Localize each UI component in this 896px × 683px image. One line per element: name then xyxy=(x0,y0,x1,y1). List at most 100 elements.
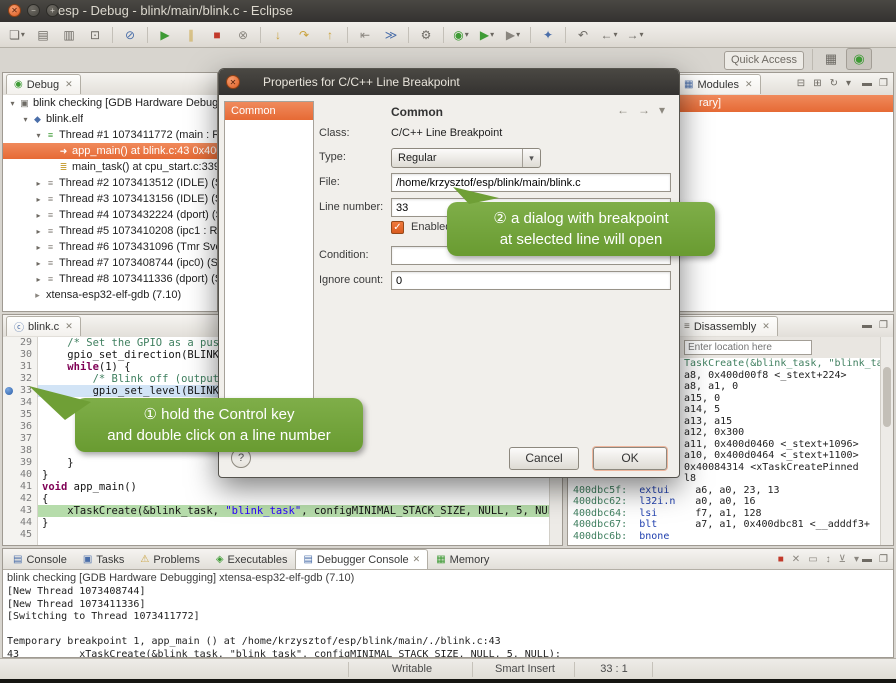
terminate-console-icon[interactable]: ■ xyxy=(778,554,784,565)
debug-tree-item[interactable]: ▸≡Thread #3 1073413156 (IDLE) (Susp xyxy=(3,191,217,207)
console-tab-tasks[interactable]: ▣Tasks xyxy=(75,549,133,569)
debug-tree-item[interactable]: ▸≡Thread #7 1073408744 (ipc0) (Susp xyxy=(3,255,217,271)
ignore-count-input[interactable] xyxy=(391,271,671,290)
console-content[interactable]: blink checking [GDB Hardware Debugging] … xyxy=(3,570,893,657)
print-icon[interactable]: ⊡ xyxy=(83,25,107,45)
scrollbar-thumb[interactable] xyxy=(883,367,891,427)
code-line[interactable]: xTaskCreate(&blink_task, "blink_task", c… xyxy=(38,505,550,517)
line-number[interactable]: 29 xyxy=(3,337,37,349)
console-tab-memory[interactable]: ▦Memory xyxy=(428,549,497,569)
line-number[interactable]: 36 xyxy=(3,421,37,433)
forward-icon[interactable]: →▾ xyxy=(623,25,647,45)
display-selected-console-icon[interactable]: ▾ xyxy=(854,554,859,565)
file-input[interactable] xyxy=(391,173,671,192)
tree-expander-icon[interactable]: ▸ xyxy=(33,179,44,188)
close-icon[interactable]: ✕ xyxy=(413,554,421,565)
tab-modules[interactable]: ▦ Modules ✕ xyxy=(676,74,761,94)
debug-perspective-icon[interactable]: ◉ xyxy=(846,48,872,70)
debug-tree-item[interactable]: ▾◆blink.elf xyxy=(3,111,217,127)
line-number[interactable]: 40 xyxy=(3,469,37,481)
last-edit-location-icon[interactable]: ↶ xyxy=(571,25,595,45)
view-menu-icon[interactable]: ▾ xyxy=(659,103,665,117)
run-icon[interactable]: ▶▾ xyxy=(475,25,499,45)
debug-tree-item[interactable]: ▾≡Thread #1 1073411772 (main : Runn xyxy=(3,127,217,143)
maximize-view-icon[interactable]: ❐ xyxy=(879,320,888,331)
view-menu-icon[interactable]: ▾ xyxy=(846,78,851,89)
ok-button[interactable]: OK xyxy=(593,447,667,470)
disconnect-icon[interactable]: ⊗ xyxy=(231,25,255,45)
window-close-button[interactable]: ✕ xyxy=(8,4,21,17)
minimize-view-icon[interactable]: ▬ xyxy=(862,320,872,331)
quick-access-button[interactable]: Quick Access xyxy=(724,51,804,70)
build-icon[interactable]: ⚙ xyxy=(414,25,438,45)
dialog-close-button[interactable]: ✕ xyxy=(226,75,240,89)
tree-expander-icon[interactable]: ▸ xyxy=(33,195,44,204)
line-number[interactable]: 37 xyxy=(3,433,37,445)
maximize-view-icon[interactable]: ❐ xyxy=(879,78,888,89)
line-number[interactable]: 32 xyxy=(3,373,37,385)
line-number[interactable]: 30 xyxy=(3,349,37,361)
close-icon[interactable]: ✕ xyxy=(65,321,73,332)
line-number[interactable]: 41 xyxy=(3,481,37,493)
skip-breakpoints-icon[interactable]: ⊘ xyxy=(118,25,142,45)
type-dropdown[interactable]: Regular ▾ xyxy=(391,148,541,168)
code-line[interactable]: { xyxy=(38,493,550,505)
debug-tree-item[interactable]: ▸xtensa-esp32-elf-gdb (7.10) xyxy=(3,287,217,303)
line-number[interactable]: 38 xyxy=(3,445,37,457)
code-line[interactable] xyxy=(38,529,550,541)
code-line[interactable]: void app_main() xyxy=(38,481,550,493)
forward-icon[interactable]: → xyxy=(638,103,650,117)
debug-tree-item[interactable]: ▸≡Thread #4 1073432224 (dport) (Sus xyxy=(3,207,217,223)
line-number[interactable]: 39 xyxy=(3,457,37,469)
debug-tree-item[interactable]: ▸≡Thread #6 1073431096 (Tmr Svc) (S xyxy=(3,239,217,255)
line-number[interactable]: 45 xyxy=(3,529,37,541)
debug-tree-item[interactable]: ▾▣blink checking [GDB Hardware Debug xyxy=(3,95,217,111)
tree-expander-icon[interactable]: ▸ xyxy=(33,275,44,284)
console-tab-debugger-console[interactable]: ▤Debugger Console✕ xyxy=(295,549,428,569)
disassembly-scrollbar[interactable] xyxy=(880,337,893,545)
code-line[interactable]: } xyxy=(38,517,550,529)
enabled-checkbox[interactable]: ✓ xyxy=(391,221,404,234)
breakpoint-icon[interactable] xyxy=(5,387,13,395)
external-tools-icon[interactable]: ▶▾ xyxy=(501,25,525,45)
open-perspective-icon[interactable]: ▦ xyxy=(818,48,844,70)
back-icon[interactable]: ←▾ xyxy=(597,25,621,45)
tree-expander-icon[interactable]: ▾ xyxy=(33,131,44,140)
line-number[interactable]: 43 xyxy=(3,505,37,517)
minimize-view-icon[interactable]: ▬ xyxy=(862,554,872,565)
search-icon[interactable]: ✦ xyxy=(536,25,560,45)
console-tab-console[interactable]: ▤Console xyxy=(5,549,75,569)
tab-blink-c[interactable]: ⓒ blink.c ✕ xyxy=(6,316,81,336)
terminate-icon[interactable]: ■ xyxy=(205,25,229,45)
window-minimize-button[interactable]: − xyxy=(27,4,40,17)
line-number[interactable]: 31 xyxy=(3,361,37,373)
line-number[interactable]: 44 xyxy=(3,517,37,529)
dialog-sidebar-item[interactable]: Common xyxy=(225,102,313,120)
new-wizard-icon[interactable]: ❏▾ xyxy=(5,25,29,45)
scroll-lock-icon[interactable]: ↕ xyxy=(826,554,831,565)
suspend-icon[interactable]: ∥ xyxy=(179,25,203,45)
pin-console-icon[interactable]: ⊻ xyxy=(839,554,846,565)
tab-disassembly[interactable]: ≡ Disassembly ✕ xyxy=(676,316,778,336)
tree-expander-icon[interactable]: ▸ xyxy=(33,243,44,252)
tree-expander-icon[interactable]: ▸ xyxy=(33,259,44,268)
location-input[interactable] xyxy=(684,340,812,355)
tree-expander-icon[interactable]: ▸ xyxy=(33,211,44,220)
close-icon[interactable]: ✕ xyxy=(65,79,73,90)
debug-tree-item[interactable]: ➜app_main() at blink.c:43 0x400dbc xyxy=(3,143,217,159)
debug-tree-item[interactable]: ▸≡Thread #5 1073410208 (ipc1 : Runni xyxy=(3,223,217,239)
instruction-stepping-icon[interactable]: ≫ xyxy=(379,25,403,45)
line-number[interactable]: 42 xyxy=(3,493,37,505)
close-icon[interactable]: ✕ xyxy=(745,79,753,90)
back-icon[interactable]: ← xyxy=(617,103,629,117)
tab-debug[interactable]: ◉ Debug ✕ xyxy=(6,74,81,94)
tree-expander-icon[interactable]: ▾ xyxy=(20,115,31,124)
step-into-icon[interactable]: ↓ xyxy=(266,25,290,45)
remove-console-icon[interactable]: ✕ xyxy=(792,554,800,565)
maximize-view-icon[interactable]: ❐ xyxy=(879,554,888,565)
debug-tree-item[interactable]: ▸≡Thread #8 1073411336 (dport) (Sus xyxy=(3,271,217,287)
drop-to-frame-icon[interactable]: ⇤ xyxy=(353,25,377,45)
console-tab-problems[interactable]: ⚠Problems xyxy=(132,549,207,569)
collapse-all-icon[interactable]: ⊟ xyxy=(797,78,805,89)
save-icon[interactable]: ▤ xyxy=(31,25,55,45)
